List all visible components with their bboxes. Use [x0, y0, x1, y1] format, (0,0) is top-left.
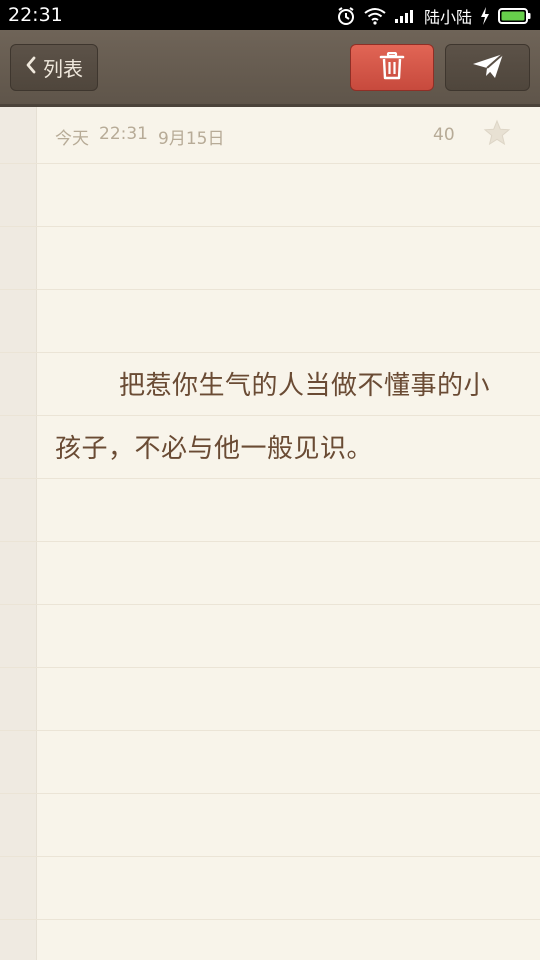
carrier-name: 陆小陆: [423, 8, 472, 27]
send-button[interactable]: [445, 44, 530, 91]
status-bar: 22:31 陆小陆: [0, 0, 540, 30]
top-toolbar: 列表: [0, 30, 540, 107]
battery-icon: [498, 7, 532, 25]
date-label: 今天: [55, 128, 89, 149]
alarm-icon: [336, 6, 356, 26]
note-meta: 今天 22:31 9月15日 40: [55, 119, 525, 152]
wifi-icon: [364, 7, 386, 25]
status-time: 22:31: [8, 4, 63, 26]
paper-plane-icon: [471, 52, 505, 84]
charging-icon: [480, 7, 490, 25]
back-button-label: 列表: [43, 57, 83, 81]
note-time: 22:31: [99, 123, 148, 144]
delete-button[interactable]: [350, 44, 434, 91]
star-icon[interactable]: [483, 119, 511, 152]
trash-icon: [379, 51, 405, 84]
note-date: 今天 22:31 9月15日: [55, 124, 224, 149]
back-to-list-button[interactable]: 列表: [10, 44, 98, 91]
char-count: 40: [433, 125, 455, 145]
ruled-lines: [0, 107, 540, 960]
note-content[interactable]: 把惹你生气的人当做不懂事的小孩子，不必与他一般见识。: [55, 355, 505, 481]
status-icons: 陆小陆: [336, 4, 532, 28]
signal-icon: [394, 8, 416, 24]
chevron-left-icon: [25, 56, 37, 78]
note-paper[interactable]: 今天 22:31 9月15日 40 把惹你生气的人当做不懂事的小孩子，不必与他一…: [0, 107, 540, 960]
note-date-value: 9月15日: [158, 128, 225, 149]
